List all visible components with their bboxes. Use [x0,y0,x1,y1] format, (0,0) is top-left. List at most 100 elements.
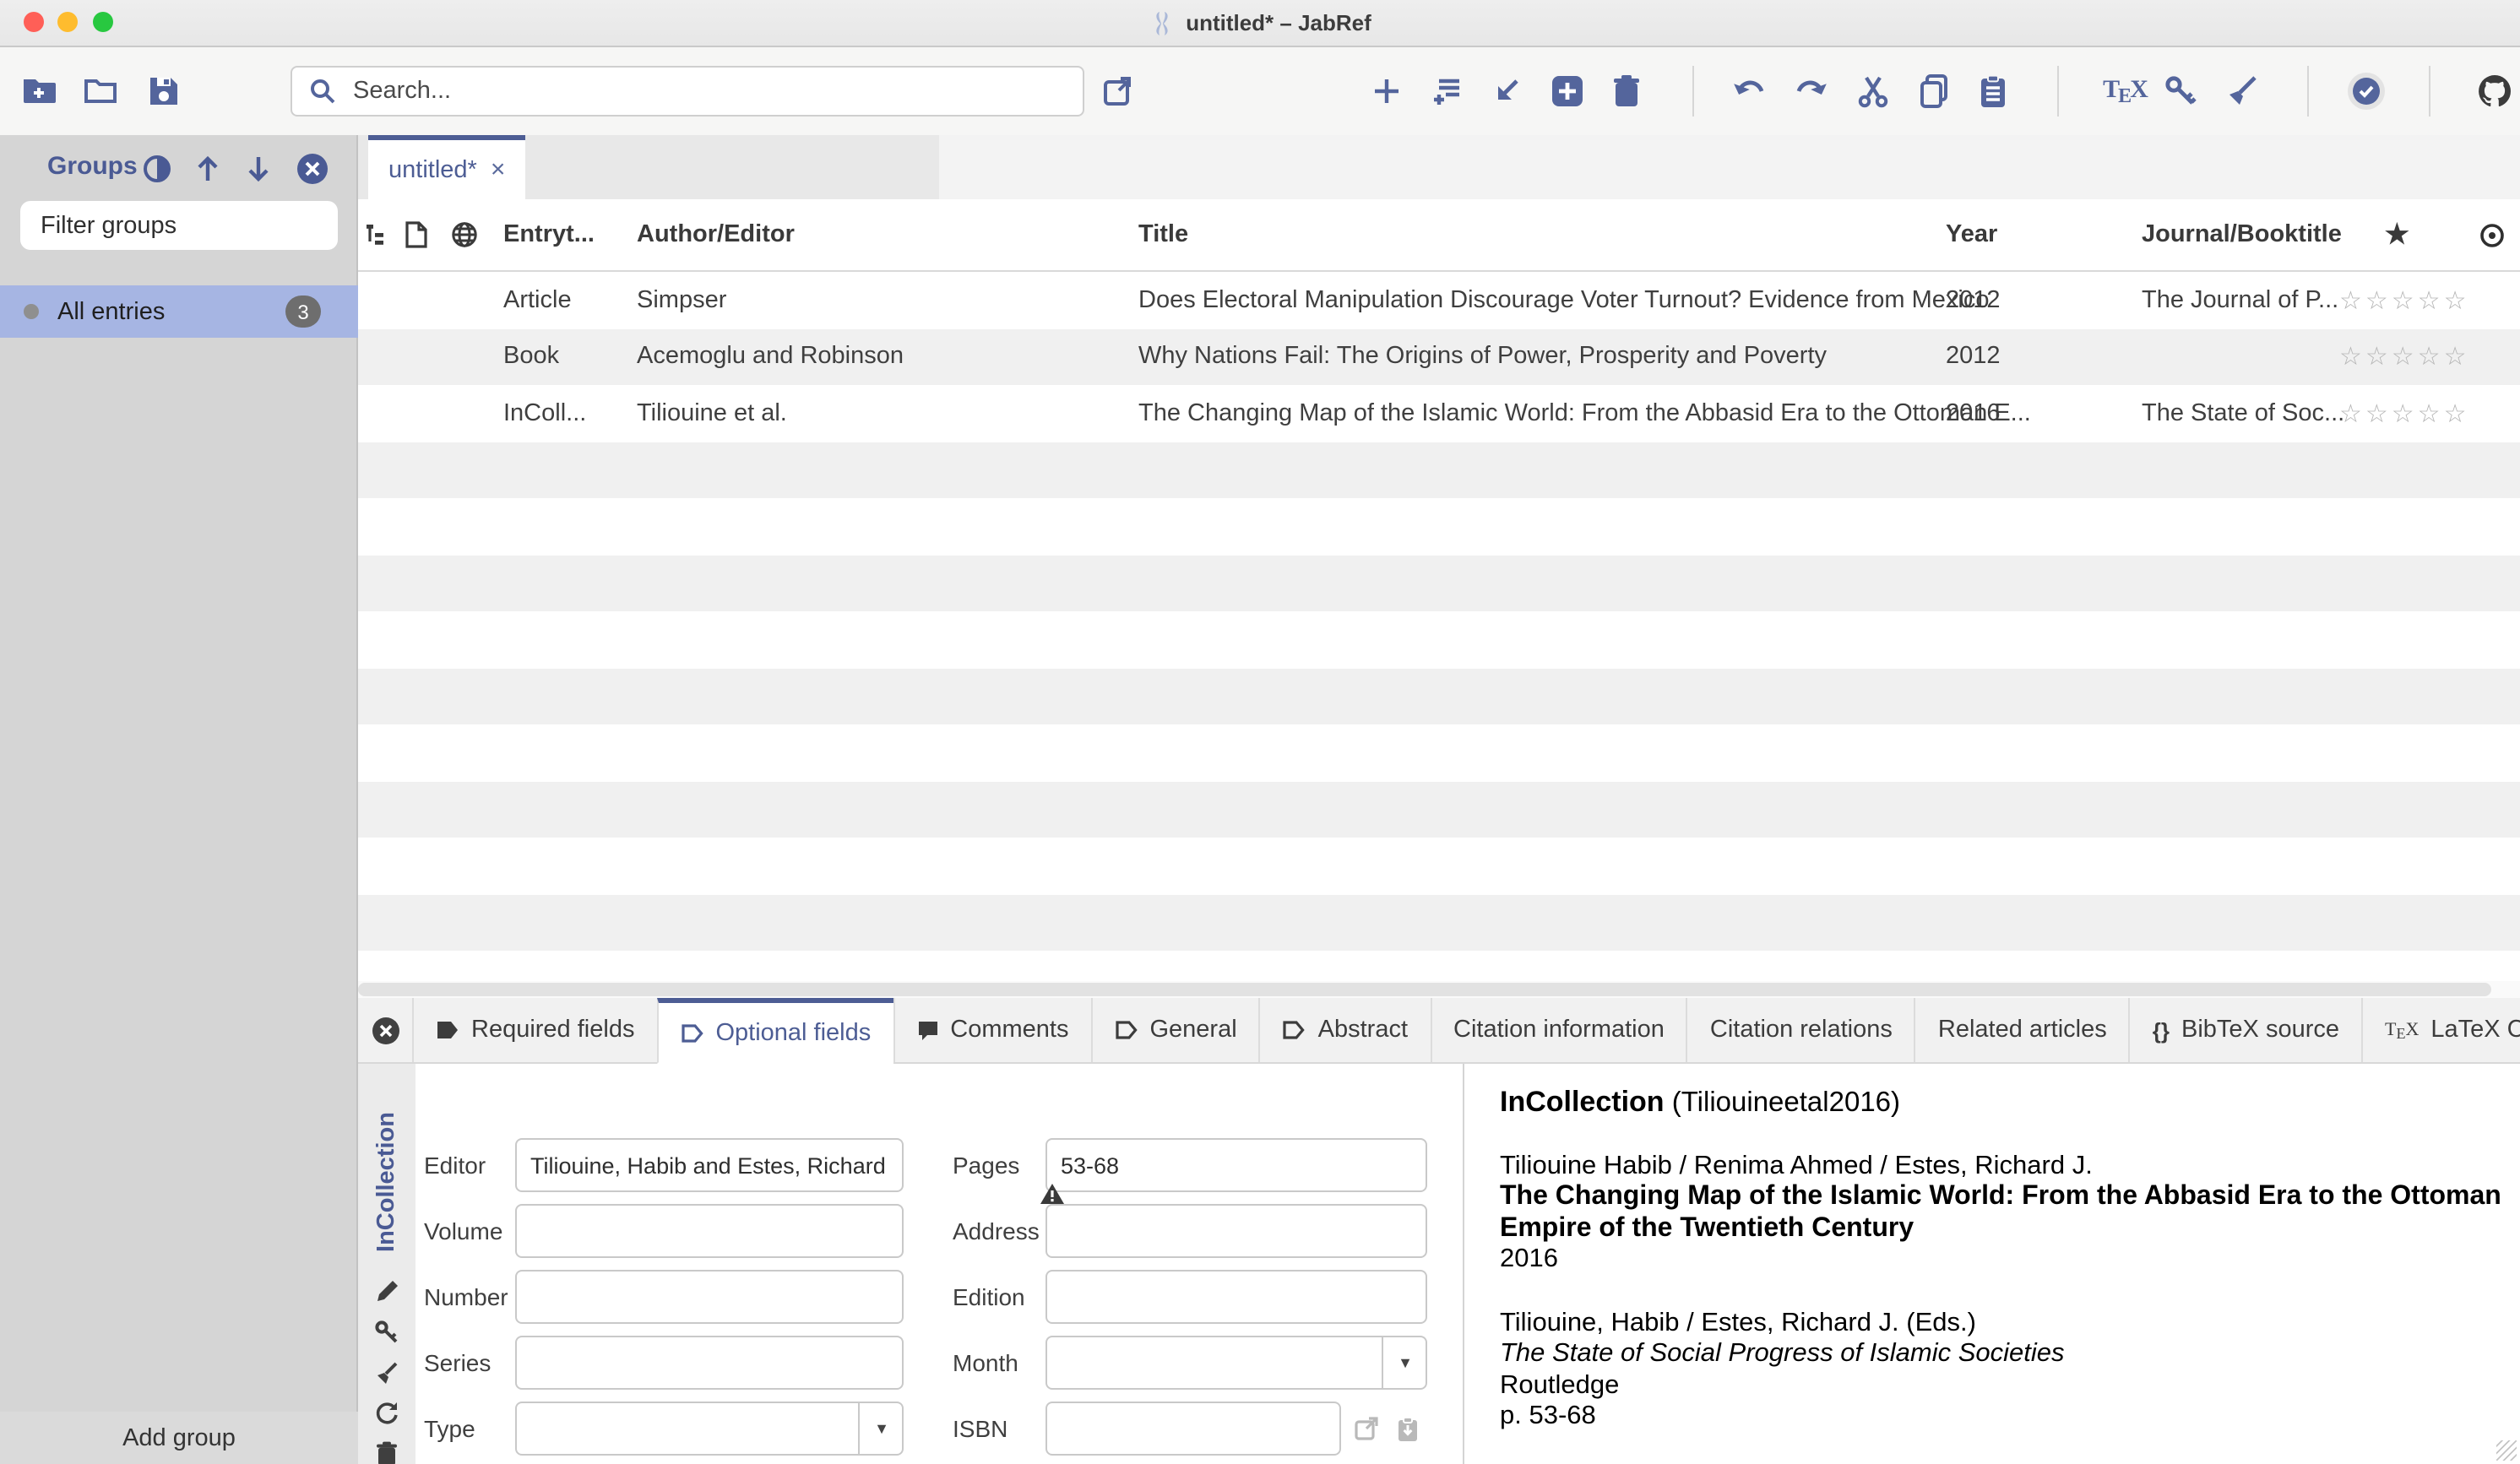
tab-latex-citations[interactable]: TEX LaTeX Citations [2361,998,2520,1062]
github-icon[interactable] [2476,73,2513,110]
tab-general[interactable]: General [1090,998,1258,1062]
edit-icon[interactable] [374,1279,399,1304]
citation-preview: InCollection (Tiliouineetal2016) Tilioui… [1464,1064,2518,1464]
tab-label: Citation relations [1710,1017,1893,1044]
eye-column-icon[interactable] [2479,199,2505,270]
cell-entrytype: InColl... [503,385,586,442]
field-label-editor: Editor [424,1152,515,1179]
tab-label: Abstract [1318,1017,1408,1044]
tab-related-articles[interactable]: Related articles [1914,998,2129,1062]
table-row[interactable]: InColl... Tiliouine et al. The Changing … [358,385,2520,442]
table-horizontal-scrollbar[interactable] [358,981,2520,998]
toolbar-separator [2057,66,2059,117]
cell-entrytype: Book [503,328,559,385]
scrollbar-thumb[interactable] [358,983,2491,996]
new-entry-icon[interactable] [1371,76,1402,106]
column-year[interactable]: Year [1946,199,1997,270]
new-entry-from-plaintext-icon[interactable] [1432,76,1466,106]
volume-field-input[interactable] [515,1204,904,1258]
globe-column-icon[interactable] [451,199,478,270]
preview-entry-type: InCollection [1500,1086,1665,1118]
cleanup-icon[interactable] [374,1360,399,1385]
tex-icon[interactable]: TEX [2103,77,2147,106]
filter-groups-input[interactable] [37,210,321,241]
rating-stars-icon[interactable]: ☆☆☆☆☆ [2339,328,2470,385]
redo-icon[interactable] [1794,78,1828,105]
move-down-icon[interactable] [245,154,272,184]
new-library-icon[interactable] [22,74,59,108]
tab-comments[interactable]: Comments [893,998,1090,1062]
tab-required-fields[interactable]: Required fields [412,998,656,1062]
tab-bibtex-source[interactable]: {} BibTeX source [2129,998,2361,1062]
file-column-icon[interactable] [405,199,427,270]
import-icon[interactable] [1491,76,1522,106]
field-label-isbn: ISBN [953,1415,1045,1442]
cleanup-icon[interactable] [2224,74,2258,108]
close-panel-icon[interactable] [296,153,329,185]
column-author[interactable]: Author/Editor [637,199,795,270]
close-tab-icon[interactable]: × [491,157,506,182]
rating-stars-icon[interactable]: ☆☆☆☆☆ [2339,272,2470,328]
month-combobox[interactable]: ▼ [1045,1336,1427,1390]
column-title[interactable]: Title [1138,199,1188,270]
series-field-input[interactable] [515,1336,904,1390]
new-entry-plus-icon[interactable] [1551,74,1584,108]
column-journal[interactable]: Journal/Booktitle [2142,199,2342,270]
close-entry-editor-button[interactable] [358,998,412,1062]
cell-title: Does Electoral Manipulation Discourage V… [1138,272,1989,328]
type-field-input[interactable] [515,1402,904,1456]
open-link-icon[interactable] [1355,1417,1378,1440]
type-combobox[interactable]: ▼ [515,1402,904,1456]
save-library-icon[interactable] [147,74,181,108]
library-tab[interactable]: untitled* × [368,135,525,199]
empty-row [358,498,2520,555]
cell-year: 2012 [1946,272,2001,328]
window-resize-grip[interactable] [2496,1440,2517,1461]
tab-label: General [1149,1017,1236,1044]
column-entrytype[interactable]: Entryt... [503,199,595,270]
group-all-entries[interactable]: All entries 3 [0,285,358,338]
tab-citation-information[interactable]: Citation information [1430,998,1686,1062]
paste-icon[interactable] [1979,74,2007,108]
table-row[interactable]: Book Acemoglu and Robinson Why Nations F… [358,328,2520,385]
open-library-icon[interactable] [83,74,120,108]
add-group-button[interactable]: Add group [0,1412,358,1464]
move-up-icon[interactable] [194,154,221,184]
address-field-input[interactable] [1045,1204,1427,1258]
tab-abstract[interactable]: Abstract [1259,998,1430,1062]
open-search-window-icon[interactable] [1102,75,1134,107]
field-label-pages: Pages [953,1152,1045,1179]
entry-editor: Required fields Optional fields Comments… [358,998,2520,1464]
cell-year: 2012 [1946,328,2001,385]
pages-field-input[interactable] [1045,1138,1427,1192]
ranking-column-icon[interactable]: ★ [2385,199,2409,270]
generate-key-icon[interactable] [2164,74,2197,108]
intersection-icon[interactable] [142,154,172,184]
edition-field-input[interactable] [1045,1270,1427,1324]
copy-icon[interactable] [1919,74,1949,108]
search-input[interactable] [350,76,1066,106]
check-integrity-icon[interactable] [2346,71,2387,111]
tag-filled-icon [436,1020,459,1040]
chevron-down-icon[interactable]: ▼ [1382,1337,1427,1388]
rating-stars-icon[interactable]: ☆☆☆☆☆ [2339,385,2470,442]
tab-label: Citation information [1453,1017,1665,1044]
cut-icon[interactable] [1856,74,1890,108]
generate-key-icon[interactable] [374,1320,399,1345]
delete-icon[interactable] [376,1441,398,1464]
refresh-icon[interactable] [374,1401,399,1426]
jabref-window: untitled* – JabRef [0,0,2520,1464]
delete-entry-icon[interactable] [1612,74,1641,108]
tab-citation-relations[interactable]: Citation relations [1686,998,1914,1062]
table-row[interactable]: Article Simpser Does Electoral Manipulat… [358,272,2520,328]
tree-column-icon[interactable] [365,199,390,270]
month-field-input[interactable] [1045,1336,1427,1390]
tab-optional-fields[interactable]: Optional fields [656,998,893,1064]
undo-icon[interactable] [1733,78,1767,105]
editor-field-input[interactable] [515,1138,904,1192]
chevron-down-icon[interactable]: ▼ [858,1403,904,1454]
isbn-field-input[interactable] [1045,1402,1341,1456]
number-field-input[interactable] [515,1270,904,1324]
fetch-by-id-icon[interactable] [1397,1416,1419,1441]
tab-label: Related articles [1938,1017,2107,1044]
